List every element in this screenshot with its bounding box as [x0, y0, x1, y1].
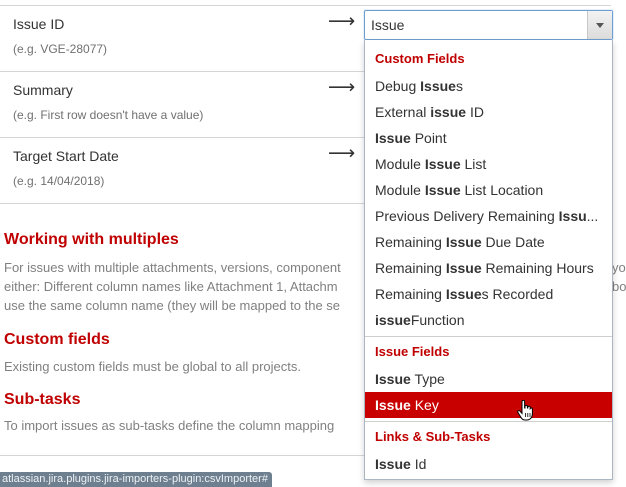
group-label-custom-fields: Custom Fields [375, 51, 465, 66]
hand-pointer-icon [517, 400, 533, 421]
option-external-issue-id[interactable]: External issue ID [365, 99, 612, 125]
section-text-multiples: For issues with multiple attachments, ve… [4, 258, 341, 315]
option-issue-point[interactable]: Issue Point [365, 125, 612, 151]
section-title-multiples: Working with multiples [4, 231, 179, 248]
option-remaining-issue-due-date[interactable]: Remaining Issue Due Date [365, 229, 612, 255]
text-line-tail: yo [612, 260, 626, 275]
arrow-right-icon: ⟶ [328, 143, 356, 164]
option-module-issue-list-location[interactable]: Module Issue List Location [365, 177, 612, 203]
select-value: Issue [371, 17, 405, 33]
issue-id-field-select[interactable]: Issue [364, 10, 613, 40]
section-text-custom-fields: Existing custom fields must be global to… [4, 359, 301, 374]
group-divider [365, 336, 612, 337]
field-hint: (e.g. First row doesn't have a value) [13, 108, 204, 122]
group-divider [365, 421, 612, 422]
group-label-links-sub-tasks: Links & Sub-Tasks [375, 429, 491, 444]
option-previous-delivery-remaining-issues[interactable]: Previous Delivery Remaining Issu... [365, 203, 612, 229]
option-issue-key[interactable]: Issue Key [365, 392, 612, 418]
option-debug-issues[interactable]: Debug Issues [365, 73, 612, 99]
status-bar-url: atlassian.jira.plugins.jira-importers-pl… [0, 472, 272, 487]
chevron-down-icon [596, 23, 604, 28]
text-line: either: Different column names like Atta… [4, 279, 338, 294]
select-dropdown-button[interactable] [587, 11, 612, 39]
option-issue-function[interactable]: issueFunction [365, 307, 612, 333]
select-dropdown-list[interactable]: Custom Fields Debug Issues External issu… [364, 40, 613, 480]
option-module-issue-list[interactable]: Module Issue List [365, 151, 612, 177]
section-title-sub-tasks: Sub-tasks [4, 391, 81, 408]
field-label: Summary [13, 82, 73, 98]
option-issue-type[interactable]: Issue Type [365, 366, 612, 392]
option-issue-id[interactable]: Issue Id [365, 451, 612, 477]
field-label: Target Start Date [13, 148, 119, 164]
group-label-issue-fields: Issue Fields [375, 344, 450, 359]
field-hint: (e.g. 14/04/2018) [13, 174, 105, 188]
text-line-tail: bo [612, 279, 626, 294]
field-label: Issue ID [13, 16, 65, 32]
text-line: For issues with multiple attachments, ve… [4, 260, 341, 275]
field-hint: (e.g. VGE-28077) [13, 42, 108, 56]
section-title-custom-fields: Custom fields [4, 331, 110, 348]
option-remaining-issues-recorded[interactable]: Remaining Issues Recorded [365, 281, 612, 307]
arrow-right-icon: ⟶ [328, 77, 356, 98]
option-remaining-issue-remaining-hours[interactable]: Remaining Issue Remaining Hours [365, 255, 612, 281]
section-text-sub-tasks: To import issues as sub-tasks define the… [4, 418, 335, 433]
text-line: use the same column name (they will be m… [4, 298, 341, 313]
arrow-right-icon: ⟶ [328, 11, 356, 32]
